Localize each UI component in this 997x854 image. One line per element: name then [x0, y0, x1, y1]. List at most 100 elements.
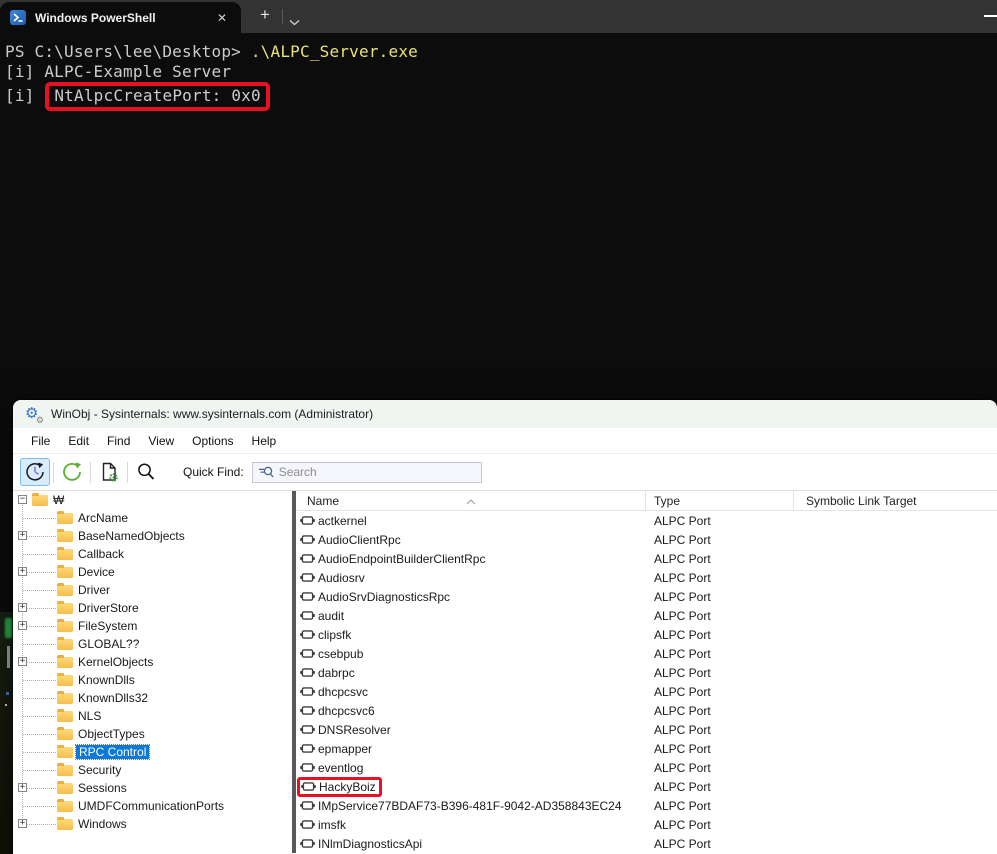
tree-item-knowndlls32[interactable]: KnownDlls32: [13, 689, 292, 707]
search-input[interactable]: [252, 462, 482, 483]
refresh-timer-button[interactable]: [20, 458, 50, 486]
alpc-port-icon: [300, 743, 315, 754]
column-separator[interactable]: [645, 491, 646, 511]
tree-item-label: ObjectTypes: [78, 727, 145, 741]
tree-item-security[interactable]: Security: [13, 761, 292, 779]
table-row[interactable]: dabrpcALPC Port: [296, 663, 997, 682]
tree-item-umdfcommunicationports[interactable]: UMDFCommunicationPorts: [13, 797, 292, 815]
alpc-port-icon: [300, 629, 315, 640]
tree-item-callback[interactable]: Callback: [13, 545, 292, 563]
menu-edit[interactable]: Edit: [59, 430, 98, 452]
tree-connector-stub: [23, 806, 56, 807]
tree-connector-stub: [23, 644, 56, 645]
tab-close-icon[interactable]: ✕: [213, 10, 231, 26]
tab-dropdown-chevron-icon[interactable]: [289, 13, 300, 31]
object-type: ALPC Port: [654, 685, 711, 699]
tree-item-rpc-control[interactable]: RPC Control: [13, 743, 292, 761]
tree-item-arcname[interactable]: ArcName: [13, 509, 292, 527]
tree-item-device[interactable]: +Device: [13, 563, 292, 581]
alpc-port-icon: [300, 838, 315, 849]
tree-item-label: Windows: [78, 817, 127, 831]
tree-item-driverstore[interactable]: +DriverStore: [13, 599, 292, 617]
column-header-target[interactable]: Symbolic Link Target: [806, 494, 917, 508]
menu-view[interactable]: View: [139, 430, 183, 452]
table-row[interactable]: clipsfkALPC Port: [296, 625, 997, 644]
tree-item-knowndlls[interactable]: KnownDlls: [13, 671, 292, 689]
table-row[interactable]: AudioClientRpcALPC Port: [296, 530, 997, 549]
object-type: ALPC Port: [654, 818, 711, 832]
tree-connector-stub: [23, 536, 56, 537]
terminal-tab[interactable]: Windows PowerShell ✕: [0, 2, 241, 33]
alpc-port-icon: [300, 762, 315, 773]
table-row[interactable]: epmapperALPC Port: [296, 739, 997, 758]
minimize-icon[interactable]: [984, 15, 997, 17]
alpc-port-icon: [300, 572, 315, 583]
quick-find-box: [252, 462, 482, 483]
table-row[interactable]: IMpService77BDAF73-B396-481F-9042-AD3588…: [296, 796, 997, 815]
tree-connector-stub: [23, 662, 56, 663]
table-row[interactable]: AudioSrvDiagnosticsRpcALPC Port: [296, 587, 997, 606]
expand-icon[interactable]: +: [18, 657, 27, 666]
toolbar: Quick Find:: [13, 454, 997, 491]
expand-icon[interactable]: +: [18, 603, 27, 612]
table-row[interactable]: imsfkALPC Port: [296, 815, 997, 834]
folder-icon: [32, 495, 48, 506]
new-tab-button[interactable]: +: [254, 5, 276, 25]
table-row[interactable]: AudiosrvALPC Port: [296, 568, 997, 587]
alpc-port-icon: [300, 534, 315, 545]
expand-icon[interactable]: +: [18, 819, 27, 828]
tree-item-label: UMDFCommunicationPorts: [78, 799, 224, 813]
expand-icon[interactable]: +: [18, 567, 27, 576]
object-tree: −₩ArcName+BaseNamedObjectsCallback+Devic…: [13, 491, 292, 853]
menu-find[interactable]: Find: [98, 430, 139, 452]
tree-item-windows[interactable]: + Windows: [13, 815, 292, 833]
expand-icon[interactable]: +: [18, 621, 27, 630]
refresh-button[interactable]: [57, 458, 87, 486]
table-row[interactable]: dhcpcsvcALPC Port: [296, 682, 997, 701]
properties-button[interactable]: [94, 458, 124, 486]
table-row[interactable]: AudioEndpointBuilderClientRpcALPC Port: [296, 549, 997, 568]
expand-icon[interactable]: +: [18, 783, 27, 792]
menu-help[interactable]: Help: [243, 430, 286, 452]
tree-connector-stub: [23, 734, 56, 735]
collapse-icon[interactable]: −: [18, 495, 27, 504]
object-name: AudioEndpointBuilderClientRpc: [318, 552, 485, 566]
table-row[interactable]: HackyBoizALPC Port: [296, 777, 997, 796]
tree-item-sessions[interactable]: +Sessions: [13, 779, 292, 797]
menu-file[interactable]: File: [22, 430, 59, 452]
table-row[interactable]: DNSResolverALPC Port: [296, 720, 997, 739]
tree-item-objecttypes[interactable]: ObjectTypes: [13, 725, 292, 743]
table-row[interactable]: csebpubALPC Port: [296, 644, 997, 663]
tree-item-basenamedobjects[interactable]: +BaseNamedObjects: [13, 527, 292, 545]
table-row[interactable]: auditALPC Port: [296, 606, 997, 625]
tree-item-label: GLOBAL??: [78, 637, 139, 651]
tree-connector-stub: [23, 608, 56, 609]
tree-item--[interactable]: −₩: [13, 491, 292, 509]
table-row[interactable]: dhcpcsvc6ALPC Port: [296, 701, 997, 720]
alpc-port-icon: [300, 648, 315, 659]
winobj-window: ⚙⚙ WinObj - Sysinternals: www.sysinterna…: [13, 400, 997, 854]
object-name: eventlog: [318, 761, 363, 775]
command-text: .\ALPC_Server.exe: [251, 42, 418, 61]
expand-icon[interactable]: +: [18, 531, 27, 540]
tree-item-nls[interactable]: NLS: [13, 707, 292, 725]
object-type: ALPC Port: [654, 628, 711, 642]
column-header-type[interactable]: Type: [654, 494, 680, 508]
object-name: audit: [318, 609, 344, 623]
table-row[interactable]: INlmDiagnosticsApiALPC Port: [296, 834, 997, 853]
alpc-port-icon: [300, 648, 315, 659]
tree-item-filesystem[interactable]: +FileSystem: [13, 617, 292, 635]
alpc-port-icon: [300, 610, 315, 621]
table-row[interactable]: eventlogALPC Port: [296, 758, 997, 777]
alpc-port-icon: [300, 762, 315, 773]
alpc-port-icon: [300, 667, 315, 678]
column-header-name[interactable]: Name: [307, 494, 339, 508]
find-button[interactable]: [131, 458, 161, 486]
tree-item-driver[interactable]: Driver: [13, 581, 292, 599]
alpc-port-icon: [301, 781, 316, 792]
tree-item-kernelobjects[interactable]: +KernelObjects: [13, 653, 292, 671]
column-separator[interactable]: [793, 491, 794, 511]
menu-options[interactable]: Options: [183, 430, 242, 452]
table-row[interactable]: actkernelALPC Port: [296, 511, 997, 530]
tree-item-global-[interactable]: GLOBAL??: [13, 635, 292, 653]
